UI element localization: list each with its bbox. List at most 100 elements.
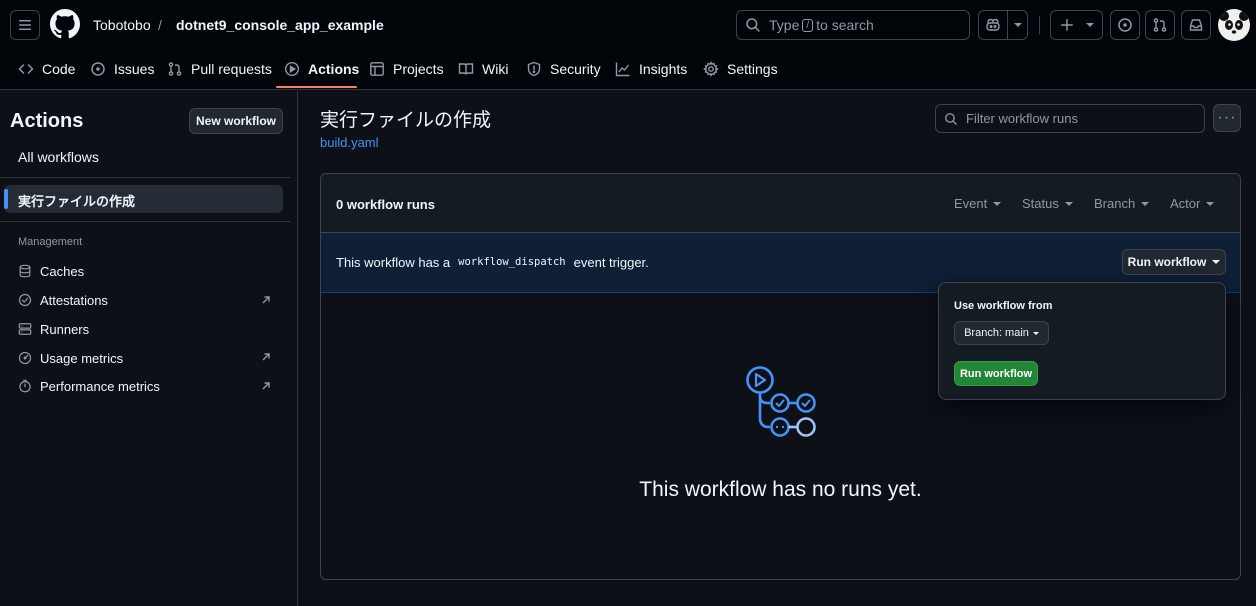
run-workflow-dropdown-button[interactable]: Run workflow bbox=[1122, 249, 1226, 275]
play-icon bbox=[284, 61, 300, 77]
database-icon bbox=[19, 264, 31, 278]
search-icon bbox=[945, 112, 957, 125]
code-icon bbox=[18, 64, 34, 74]
search-input[interactable]: Type / to search bbox=[736, 10, 970, 40]
tab-pull-requests[interactable]: Pull requests bbox=[167, 52, 272, 86]
issues-button[interactable] bbox=[1110, 10, 1140, 40]
tab-label: Actions bbox=[308, 61, 360, 77]
filter-label: Branch bbox=[1094, 196, 1136, 211]
actor-filter-dropdown[interactable]: Actor bbox=[1170, 196, 1215, 211]
sidebar-item-label: Performance metrics bbox=[40, 378, 160, 394]
copilot-button[interactable] bbox=[978, 10, 1028, 40]
tab-projects[interactable]: Projects bbox=[369, 52, 444, 86]
tab-code[interactable]: Code bbox=[18, 52, 75, 86]
inbox-icon bbox=[1189, 19, 1203, 31]
hamburger-icon bbox=[19, 20, 31, 30]
link-external-icon bbox=[262, 353, 270, 361]
github-logo-icon[interactable] bbox=[50, 9, 80, 39]
sidebar-item-attestations[interactable]: Attestations bbox=[18, 290, 108, 310]
tab-insights[interactable]: Insights bbox=[615, 52, 687, 86]
branch-label: Branch: main bbox=[964, 327, 1029, 339]
sidebar-item-usage-metrics[interactable]: Usage metrics bbox=[18, 348, 123, 368]
book-icon bbox=[458, 63, 474, 75]
branch-filter-dropdown[interactable]: Branch bbox=[1094, 196, 1150, 211]
workflow-empty-illustration bbox=[746, 366, 816, 437]
inbox-button[interactable] bbox=[1181, 10, 1211, 40]
chevron-down-icon bbox=[1013, 23, 1022, 27]
tab-label: Projects bbox=[393, 61, 444, 77]
avatar[interactable] bbox=[1218, 9, 1250, 41]
selected-indicator bbox=[4, 189, 8, 209]
repo-name-link[interactable]: dotnet9_console_app_example bbox=[176, 16, 384, 34]
search-prefix: Type bbox=[769, 17, 800, 33]
sidebar-item-performance-metrics[interactable]: Performance metrics bbox=[18, 376, 160, 396]
issue-opened-icon bbox=[1118, 18, 1132, 32]
plus-icon bbox=[1060, 19, 1073, 31]
filter-placeholder: Filter workflow runs bbox=[966, 111, 1078, 126]
stopwatch-icon bbox=[19, 379, 31, 393]
verified-icon bbox=[18, 293, 32, 307]
selected-workflow-label[interactable]: 実行ファイルの作成 bbox=[18, 191, 135, 210]
sidebar-item-label: Caches bbox=[40, 263, 85, 279]
runs-count: 0 workflow runs bbox=[336, 197, 435, 212]
tab-label: Insights bbox=[639, 61, 688, 77]
chevron-down-icon bbox=[1064, 201, 1073, 206]
gear-icon bbox=[703, 61, 719, 77]
tab-label: Settings bbox=[727, 61, 778, 77]
search-suffix: to search bbox=[816, 17, 874, 33]
use-workflow-from-label: Use workflow from bbox=[954, 300, 1053, 312]
filter-workflow-runs-input[interactable]: Filter workflow runs bbox=[935, 104, 1205, 133]
sidebar-item-runners[interactable]: Runners bbox=[18, 319, 89, 339]
tab-settings[interactable]: Settings bbox=[703, 52, 778, 86]
filter-label: Status bbox=[1022, 196, 1059, 211]
run-workflow-submit-button[interactable]: Run workflow bbox=[954, 361, 1038, 386]
kebab-horizontal-icon: ··· bbox=[1217, 109, 1237, 126]
workflow-file-link[interactable]: build.yaml bbox=[320, 135, 379, 150]
chevron-down-icon bbox=[1032, 331, 1039, 335]
tab-wiki[interactable]: Wiki bbox=[458, 52, 508, 86]
page-title: 実行ファイルの作成 bbox=[320, 110, 492, 131]
repo-owner-link[interactable]: Tobotobo bbox=[93, 16, 151, 34]
more-options-button[interactable]: ··· bbox=[1213, 104, 1241, 132]
issue-opened-icon bbox=[91, 62, 105, 76]
tab-label: Code bbox=[42, 61, 76, 77]
banner-text: This workflow has a workflow_dispatch ev… bbox=[336, 254, 649, 270]
event-code: workflow_dispatch bbox=[458, 256, 566, 268]
pull-requests-button[interactable] bbox=[1145, 10, 1175, 40]
banner-text-after: event trigger. bbox=[573, 254, 649, 270]
filter-label: Event bbox=[954, 196, 988, 211]
filter-label: Actor bbox=[1170, 196, 1201, 211]
shield-icon bbox=[527, 61, 541, 77]
chevron-down-icon bbox=[1212, 260, 1221, 264]
sidebar-item-label: Attestations bbox=[40, 292, 108, 308]
menu-button[interactable] bbox=[10, 10, 40, 40]
create-new-button[interactable] bbox=[1050, 10, 1103, 40]
git-pull-request-icon bbox=[168, 62, 182, 76]
link-external-icon bbox=[262, 382, 270, 390]
chevron-down-icon bbox=[1141, 201, 1150, 206]
tab-actions[interactable]: Actions bbox=[284, 52, 359, 86]
sidebar-item-label: Usage metrics bbox=[40, 350, 124, 366]
git-pull-request-icon bbox=[1153, 18, 1167, 32]
event-filter-dropdown[interactable]: Event bbox=[954, 196, 1002, 211]
tab-label: Security bbox=[550, 61, 601, 77]
meter-icon bbox=[18, 351, 32, 365]
chevron-down-icon bbox=[1206, 201, 1215, 206]
search-icon bbox=[746, 18, 760, 32]
branch-select-button[interactable]: Branch: main bbox=[954, 321, 1049, 345]
status-filter-dropdown[interactable]: Status bbox=[1022, 196, 1073, 211]
chevron-down-icon bbox=[993, 201, 1002, 206]
sidebar-item-caches[interactable]: Caches bbox=[18, 261, 84, 281]
management-heading: Management bbox=[18, 236, 83, 248]
sidebar-title: Actions bbox=[10, 110, 84, 132]
new-workflow-button[interactable]: New workflow bbox=[189, 108, 283, 134]
search-shortcut-key: / bbox=[802, 18, 814, 32]
actions-sidebar: Actions New workflow All workflows 実行ファイ… bbox=[0, 91, 298, 606]
tab-label: Pull requests bbox=[191, 61, 272, 77]
sidebar-divider bbox=[0, 221, 290, 222]
all-workflows-link[interactable]: All workflows bbox=[18, 149, 99, 165]
link-external-icon bbox=[262, 296, 270, 304]
run-workflow-popover: Use workflow from Branch: main Run workf… bbox=[938, 282, 1226, 400]
tab-issues[interactable]: Issues bbox=[90, 52, 154, 86]
tab-security[interactable]: Security bbox=[526, 52, 601, 86]
